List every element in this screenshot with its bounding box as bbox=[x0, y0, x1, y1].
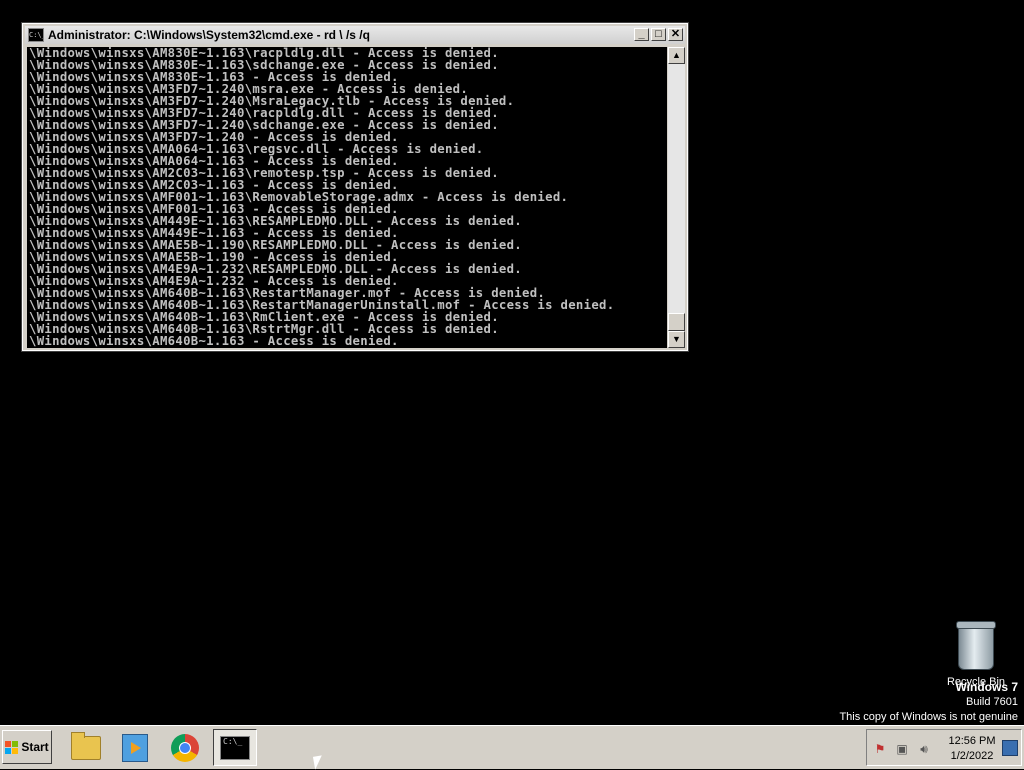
taskbar-chrome[interactable] bbox=[163, 729, 207, 766]
vertical-scrollbar[interactable]: ▲ ▼ bbox=[668, 47, 685, 348]
volume-icon[interactable]: 🔊︎ bbox=[917, 742, 931, 756]
title-bar[interactable]: C:\_ Administrator: C:\Windows\System32\… bbox=[25, 26, 685, 44]
console-line: \Windows\winsxs\AM640B~1.163 - Access is… bbox=[29, 334, 399, 348]
notification-area: ⚑ ▣ 🔊︎ 12:56 PM 1/2/2022 bbox=[866, 729, 1022, 766]
cmd-icon: C:\_ bbox=[220, 735, 250, 760]
folder-icon bbox=[71, 731, 101, 760]
network-icon[interactable]: ▣ bbox=[895, 742, 909, 756]
close-button[interactable]: ✕ bbox=[668, 28, 683, 41]
start-label: Start bbox=[21, 740, 49, 754]
console-output[interactable]: \Windows\winsxs\AM830E~1.163\racpldlg.dl… bbox=[27, 47, 667, 348]
start-button[interactable]: Start bbox=[2, 730, 52, 764]
flag-icon[interactable]: ⚑ bbox=[873, 742, 887, 756]
taskbar: Start C:\_ ⚑ ▣ 🔊︎ 12:56 PM 1/2/2022 bbox=[0, 725, 1024, 769]
show-desktop-button[interactable] bbox=[1002, 740, 1018, 756]
watermark-genuine: This copy of Windows is not genuine bbox=[839, 711, 1018, 723]
scroll-up-button[interactable]: ▲ bbox=[668, 47, 685, 64]
media-player-icon bbox=[122, 733, 148, 762]
clock[interactable]: 12:56 PM 1/2/2022 bbox=[942, 734, 1002, 764]
windows-watermark: Windows 7 Build 7601 This copy of Window… bbox=[839, 680, 1018, 725]
chrome-icon bbox=[171, 733, 199, 762]
minimize-button[interactable]: _ bbox=[634, 28, 649, 41]
window-title: Administrator: C:\Windows\System32\cmd.e… bbox=[48, 28, 370, 42]
scroll-thumb[interactable] bbox=[668, 313, 685, 331]
cmd-window[interactable]: C:\_ Administrator: C:\Windows\System32\… bbox=[21, 22, 689, 352]
clock-time: 12:56 PM bbox=[948, 735, 996, 747]
watermark-build: Build 7601 bbox=[966, 696, 1018, 708]
scroll-down-button[interactable]: ▼ bbox=[668, 331, 685, 348]
windows-flag-icon bbox=[5, 740, 19, 754]
taskbar-cmd[interactable]: C:\_ bbox=[213, 729, 257, 766]
watermark-os: Windows 7 bbox=[955, 680, 1018, 694]
taskbar-media-player[interactable] bbox=[113, 729, 157, 766]
recycle-bin[interactable]: Recycle Bin bbox=[946, 621, 1006, 688]
clock-date: 1/2/2022 bbox=[950, 750, 994, 762]
recycle-bin-icon bbox=[956, 621, 996, 670]
taskbar-explorer[interactable] bbox=[64, 729, 108, 766]
cmd-app-icon[interactable]: C:\_ bbox=[28, 28, 44, 42]
maximize-button[interactable]: □ bbox=[651, 28, 666, 41]
